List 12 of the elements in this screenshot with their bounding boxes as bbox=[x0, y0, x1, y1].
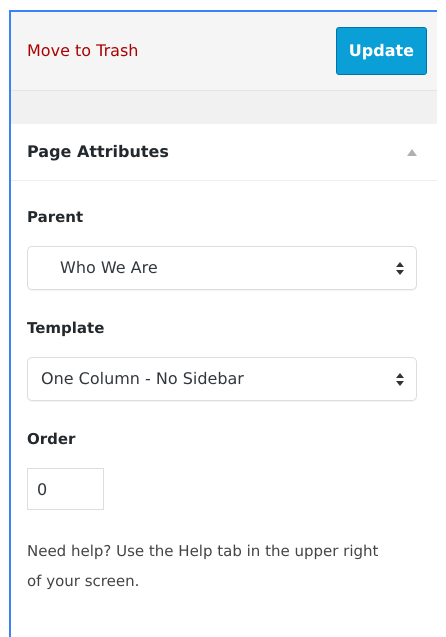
dropdown[interactable]: Who We Are bbox=[27, 246, 417, 290]
field-label: Template bbox=[27, 318, 106, 338]
select-arrows-icon bbox=[396, 262, 404, 274]
field-label: Parent bbox=[27, 207, 84, 227]
panel-title: Page Attributes bbox=[27, 141, 169, 163]
field-label: Order bbox=[27, 429, 76, 449]
collapse-arrow-icon[interactable] bbox=[407, 148, 417, 156]
help-text: Need help? Use the Help tab in the upper right of your screen. bbox=[27, 541, 380, 592]
dropdown[interactable]: One Column - No Sidebar bbox=[27, 357, 417, 401]
select-arrows-icon bbox=[396, 372, 404, 386]
trash-link[interactable]: Move to Trash bbox=[27, 39, 138, 63]
order-field[interactable]: 0 bbox=[27, 468, 104, 510]
